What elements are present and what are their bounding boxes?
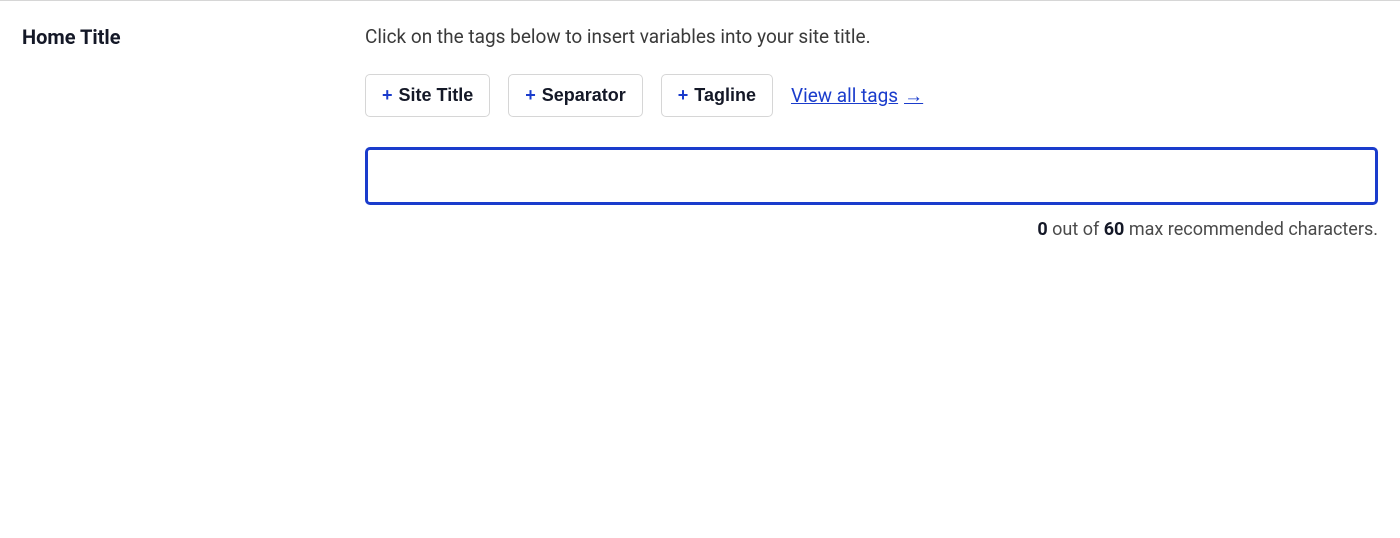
insert-separator-tag-button[interactable]: + Separator — [508, 74, 643, 117]
plus-icon: + — [382, 85, 393, 106]
current-count: 0 — [1037, 219, 1047, 240]
section-content-column: Click on the tags below to insert variab… — [365, 25, 1400, 240]
view-all-text: View all tags — [791, 84, 898, 107]
plus-icon: + — [525, 85, 536, 106]
section-label-column: Home Title — [0, 25, 365, 240]
counter-text-suffix: max recommended characters. — [1124, 219, 1378, 240]
character-counter: 0 out of 60 max recommended characters. — [365, 219, 1378, 240]
home-title-section: Home Title Click on the tags below to in… — [0, 1, 1400, 240]
insert-site-title-tag-button[interactable]: + Site Title — [365, 74, 490, 117]
tag-label: Separator — [542, 85, 626, 106]
view-all-tags-link[interactable]: View all tags → — [791, 84, 923, 108]
plus-icon: + — [678, 85, 689, 106]
home-title-input[interactable] — [365, 147, 1378, 205]
arrow-right-icon: → — [904, 84, 923, 108]
insert-tagline-tag-button[interactable]: + Tagline — [661, 74, 773, 117]
tag-button-row: + Site Title + Separator + Tagline View … — [365, 74, 1378, 117]
max-count: 60 — [1104, 219, 1125, 240]
section-label: Home Title — [22, 25, 365, 49]
tag-label: Tagline — [694, 85, 756, 106]
counter-text: out of — [1048, 219, 1104, 240]
tag-label: Site Title — [399, 85, 474, 106]
helper-text: Click on the tags below to insert variab… — [365, 25, 1378, 48]
